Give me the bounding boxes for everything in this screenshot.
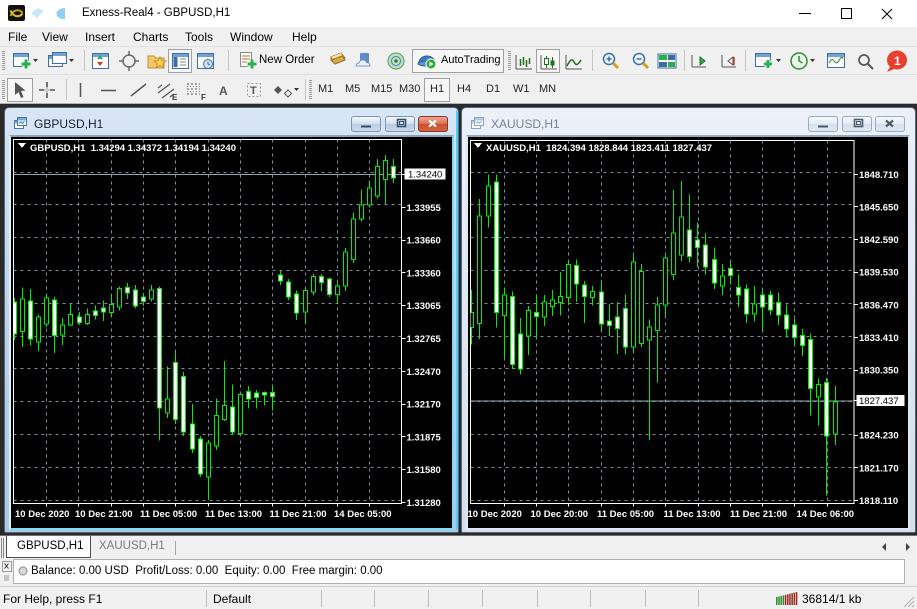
svg-text:14 Dec 05:00: 14 Dec 05:00 (334, 509, 392, 520)
svg-text:1842.590: 1842.590 (859, 235, 899, 246)
svg-text:11 Dec 21:00: 11 Dec 21:00 (730, 509, 787, 520)
svg-text:11 Dec 21:00: 11 Dec 21:00 (270, 509, 327, 520)
svg-text:1821.170: 1821.170 (859, 463, 899, 474)
svg-text:1.33065: 1.33065 (407, 301, 442, 312)
svg-text:1827.437: 1827.437 (859, 396, 899, 407)
svg-text:11 Dec 13:00: 11 Dec 13:00 (664, 509, 721, 520)
svg-text:1818.110: 1818.110 (859, 496, 898, 507)
svg-text:XAUUSD,H1 1824.394 1828.844 1: XAUUSD,H1 1824.394 1828.844 1823.411 182… (486, 143, 712, 154)
svg-text:1848.710: 1848.710 (859, 170, 899, 181)
svg-text:1.32470: 1.32470 (407, 367, 441, 378)
svg-text:10 Dec 2020: 10 Dec 2020 (15, 509, 69, 520)
svg-text:1.31580: 1.31580 (407, 465, 441, 476)
svg-text:1.31875: 1.31875 (407, 432, 442, 443)
svg-text:1.32765: 1.32765 (407, 334, 442, 345)
svg-text:11 Dec 05:00: 11 Dec 05:00 (597, 509, 654, 520)
svg-text:1845.650: 1845.650 (859, 203, 899, 214)
svg-text:1836.470: 1836.470 (859, 300, 899, 311)
svg-text:10 Dec 21:00: 10 Dec 21:00 (75, 509, 133, 520)
svg-text:11 Dec 05:00: 11 Dec 05:00 (140, 509, 197, 520)
svg-text:14 Dec 06:00: 14 Dec 06:00 (797, 509, 855, 520)
svg-text:1824.230: 1824.230 (859, 431, 899, 442)
svg-text:1.33660: 1.33660 (407, 236, 441, 247)
svg-text:11 Dec 13:00: 11 Dec 13:00 (205, 509, 262, 520)
svg-text:10 Dec 2020: 10 Dec 2020 (468, 509, 522, 520)
svg-text:1.34240: 1.34240 (408, 170, 442, 181)
svg-text:1839.530: 1839.530 (859, 268, 899, 279)
svg-text:1830.350: 1830.350 (859, 366, 899, 377)
svg-text:1.32170: 1.32170 (407, 400, 441, 411)
svg-text:1833.410: 1833.410 (859, 333, 899, 344)
svg-text:1.31280: 1.31280 (407, 498, 441, 509)
svg-text:GBPUSD,H1 1.34294 1.34372 1.3: GBPUSD,H1 1.34294 1.34372 1.34194 1.3424… (30, 143, 236, 154)
svg-text:1.33360: 1.33360 (407, 268, 441, 279)
svg-text:10 Dec 20:00: 10 Dec 20:00 (531, 509, 589, 520)
svg-text:1.33955: 1.33955 (407, 203, 442, 214)
